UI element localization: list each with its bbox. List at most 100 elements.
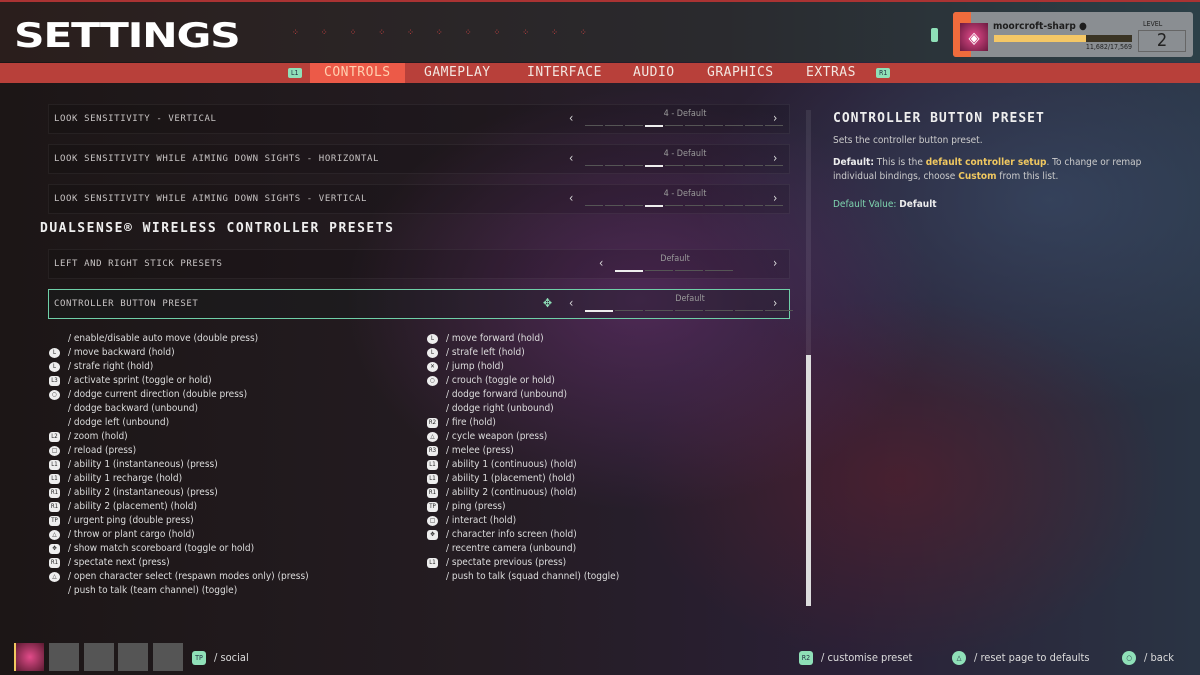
arrow-right-button[interactable]: › — [773, 256, 777, 270]
binding-text: / ability 2 (continuous) (hold) — [446, 487, 577, 498]
value-segment — [675, 270, 703, 271]
tab-audio[interactable]: AUDIO — [633, 63, 675, 83]
arrow-right-button[interactable]: › — [773, 191, 777, 205]
setting-row[interactable]: LOOK SENSITIVITY - VERTICAL ‹ 4 - Default › — [48, 104, 790, 134]
arrow-left-button[interactable]: ‹ — [569, 191, 573, 205]
binding-item: △ / throw or plant cargo (hold) — [49, 528, 195, 542]
party-slot-empty[interactable] — [84, 643, 114, 671]
binding-item: L / strafe right (hold) — [49, 360, 153, 374]
tab-gameplay[interactable]: GAMEPLAY — [424, 63, 491, 83]
party-slot-empty[interactable] — [153, 643, 183, 671]
binding-item: / dodge forward (unbound) — [446, 388, 567, 402]
value-segment — [645, 165, 663, 167]
triangle-icon: △ — [952, 651, 966, 665]
page-title: SETTINGS — [14, 16, 241, 56]
help-title: CONTROLLER BUTTON PRESET — [833, 111, 1045, 126]
r1-icon: R1 — [49, 558, 60, 568]
arrow-right-button[interactable]: › — [773, 296, 777, 310]
setting-label: LOOK SENSITIVITY WHILE AIMING DOWN SIGHT… — [54, 154, 379, 164]
value-segment — [705, 165, 723, 166]
setting-value: Default — [675, 294, 705, 304]
binding-item: TP / urgent ping (double press) — [49, 514, 194, 528]
arrow-right-button[interactable]: › — [773, 111, 777, 125]
arrow-left-button[interactable]: ‹ — [569, 151, 573, 165]
touchpad-icon: TP — [427, 502, 438, 512]
binding-text: / push to talk (team channel) (toggle) — [68, 585, 238, 596]
arrow-right-button[interactable]: › — [773, 151, 777, 165]
binding-text: / jump (hold) — [446, 361, 504, 372]
left-stick-icon: L — [49, 348, 60, 358]
triangle-icon: △ — [49, 572, 60, 582]
header: SETTINGS ⁘⁘⁘⁘⁘⁘⁘⁘⁘⁘⁘ ◈ moorcroft-sharp ●… — [0, 0, 1200, 62]
customise-preset-hint[interactable]: R2/ customise preset — [799, 648, 912, 668]
value-segment — [725, 125, 743, 126]
binding-text: / character info screen (hold) — [446, 529, 577, 540]
binding-text: / interact (hold) — [446, 515, 517, 526]
setting-row[interactable]: LOOK SENSITIVITY WHILE AIMING DOWN SIGHT… — [48, 184, 790, 214]
scrollbar-thumb[interactable] — [806, 355, 811, 606]
binding-text: / zoom (hold) — [68, 431, 128, 442]
arrow-left-button[interactable]: ‹ — [569, 296, 573, 310]
value-segment — [745, 205, 763, 206]
left-stick-icon: L — [427, 348, 438, 358]
value-segment — [745, 165, 763, 166]
binding-item: ○ / dodge current direction (double press… — [49, 388, 247, 402]
back-hint[interactable]: ○ / back — [1122, 648, 1174, 668]
value-segment — [615, 310, 643, 311]
tab-graphics[interactable]: GRAPHICS — [707, 63, 774, 83]
value-segment — [725, 205, 743, 206]
value-segment — [625, 205, 643, 206]
profile-card[interactable]: ◈ moorcroft-sharp ● 11,682/17,569 LEVEL … — [953, 12, 1193, 57]
xp-bar — [994, 35, 1132, 42]
setting-row[interactable]: LOOK SENSITIVITY WHILE AIMING DOWN SIGHT… — [48, 144, 790, 174]
binding-text: / ability 2 (placement) (hold) — [68, 501, 197, 512]
dpad-icon: ✥ — [543, 296, 553, 310]
r1-bumper-icon[interactable]: R1 — [876, 68, 891, 78]
value-segment — [705, 205, 723, 206]
l1-icon: L1 — [49, 460, 60, 470]
r1-icon: R1 — [49, 488, 60, 498]
l1-icon: L1 — [427, 474, 438, 484]
tab-extras[interactable]: EXTRAS — [806, 63, 856, 83]
scrollbar[interactable] — [806, 110, 811, 606]
reset-defaults-hint[interactable]: △ / reset page to defaults — [952, 648, 1090, 668]
binding-text: / crouch (toggle or hold) — [446, 375, 555, 386]
binding-item: L1 / ability 1 (continuous) (hold) — [427, 458, 577, 472]
arrow-left-button[interactable]: ‹ — [569, 111, 573, 125]
value-segment — [665, 125, 683, 126]
l1-bumper-icon[interactable]: L1 — [288, 68, 302, 78]
value-segment — [585, 310, 613, 312]
setting-row[interactable]: LEFT AND RIGHT STICK PRESETS ‹ Default › — [48, 249, 790, 279]
binding-text: / ability 1 (placement) (hold) — [446, 473, 575, 484]
binding-text: / urgent ping (double press) — [68, 515, 194, 526]
party-slot-empty[interactable] — [118, 643, 148, 671]
binding-item: L / strafe left (hold) — [427, 346, 525, 360]
binding-item: △ / cycle weapon (press) — [427, 430, 547, 444]
value-segment — [625, 165, 643, 166]
binding-item: / enable/disable auto move (double press… — [68, 332, 258, 346]
binding-item: / dodge left (unbound) — [68, 416, 169, 430]
binding-item: △ / open character select (respawn modes … — [49, 570, 309, 584]
value-segment — [645, 270, 673, 271]
party-slot-self[interactable] — [14, 643, 44, 671]
dpad-icon: ✥ — [427, 530, 438, 540]
setting-label: CONTROLLER BUTTON PRESET — [54, 299, 199, 309]
battery-icon — [931, 28, 938, 42]
binding-text: / dodge left (unbound) — [68, 417, 170, 428]
tab-interface[interactable]: INTERFACE — [527, 63, 602, 83]
setting-label: LEFT AND RIGHT STICK PRESETS — [54, 259, 223, 269]
value-segment — [615, 270, 643, 272]
binding-item: L / move backward (hold) — [49, 346, 175, 360]
square-icon: □ — [49, 446, 60, 456]
help-detail: Default: This is the default controller … — [833, 157, 1142, 182]
setting-row[interactable]: CONTROLLER BUTTON PRESET ✥ ‹ Default › — [48, 289, 793, 319]
binding-item: R2 / fire (hold) — [427, 416, 496, 430]
help-panel: CONTROLLER BUTTON PRESET Sets the contro… — [833, 111, 1163, 212]
tab-controls[interactable]: CONTROLS — [310, 63, 405, 83]
binding-text: / show match scoreboard (toggle or hold) — [68, 543, 255, 554]
binding-text: / move forward (hold) — [446, 333, 544, 344]
binding-item: TP / ping (press) — [427, 500, 506, 514]
social-hint[interactable]: TP / social — [192, 648, 249, 668]
party-slot-empty[interactable] — [49, 643, 79, 671]
value-segment — [685, 165, 703, 166]
